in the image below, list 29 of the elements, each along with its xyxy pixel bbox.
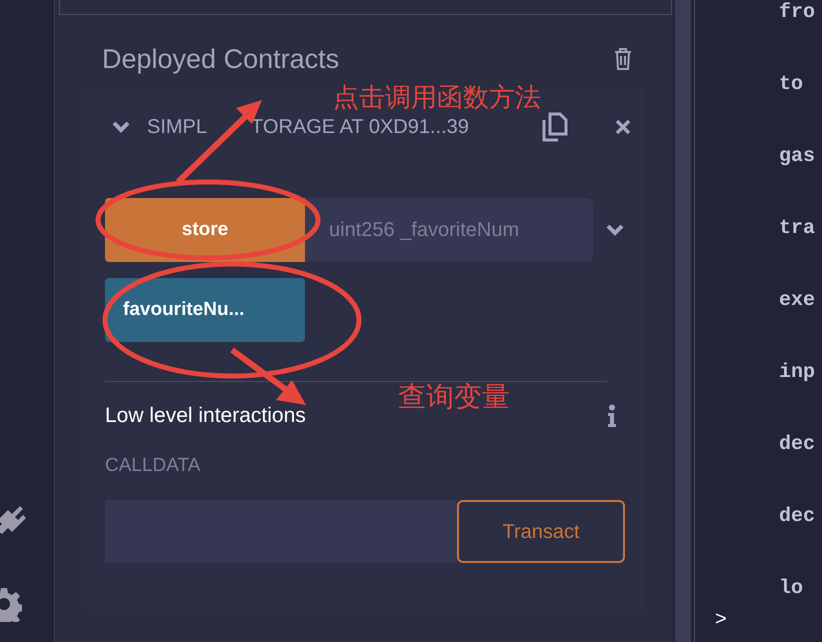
annotation-text: 点击调用函数方法: [333, 81, 541, 114]
info-icon[interactable]: [607, 404, 617, 428]
terminal-prompt: >: [715, 607, 727, 632]
annotation-text: 查询变量: [398, 380, 510, 414]
log-key: dec: [779, 502, 822, 526]
log-key: tra: [779, 214, 822, 238]
section-title: Deployed Contracts: [102, 42, 340, 76]
contract-title: SIMPL: [147, 115, 208, 140]
log-key: inp: [779, 358, 822, 382]
function-button[interactable]: favouriteNu...: [105, 278, 305, 342]
log-key: fro: [779, 0, 822, 22]
trash-icon[interactable]: [613, 47, 633, 71]
calldata-field[interactable]: [105, 500, 457, 563]
log-key: to: [779, 70, 822, 94]
close-icon[interactable]: [615, 119, 631, 135]
contract-title: TORAGE AT 0XD91...39: [251, 115, 470, 140]
log-key: exe: [779, 286, 822, 310]
scrollbar[interactable]: [675, 0, 691, 642]
copy-icon[interactable]: [541, 111, 570, 143]
chevron-icon[interactable]: [111, 120, 131, 134]
chevron-icon[interactable]: [605, 223, 625, 237]
section-title: Low level interactions: [105, 403, 306, 429]
log-key: gas: [779, 142, 822, 166]
field-label: CALLDATA: [105, 454, 202, 478]
transact-button[interactable]: Transact: [457, 500, 625, 563]
input-field[interactable]: uint256 _favoriteNum: [305, 198, 593, 262]
log-key: lo: [779, 574, 822, 598]
log-key: dec: [779, 430, 822, 454]
function-button[interactable]: store: [105, 198, 305, 262]
